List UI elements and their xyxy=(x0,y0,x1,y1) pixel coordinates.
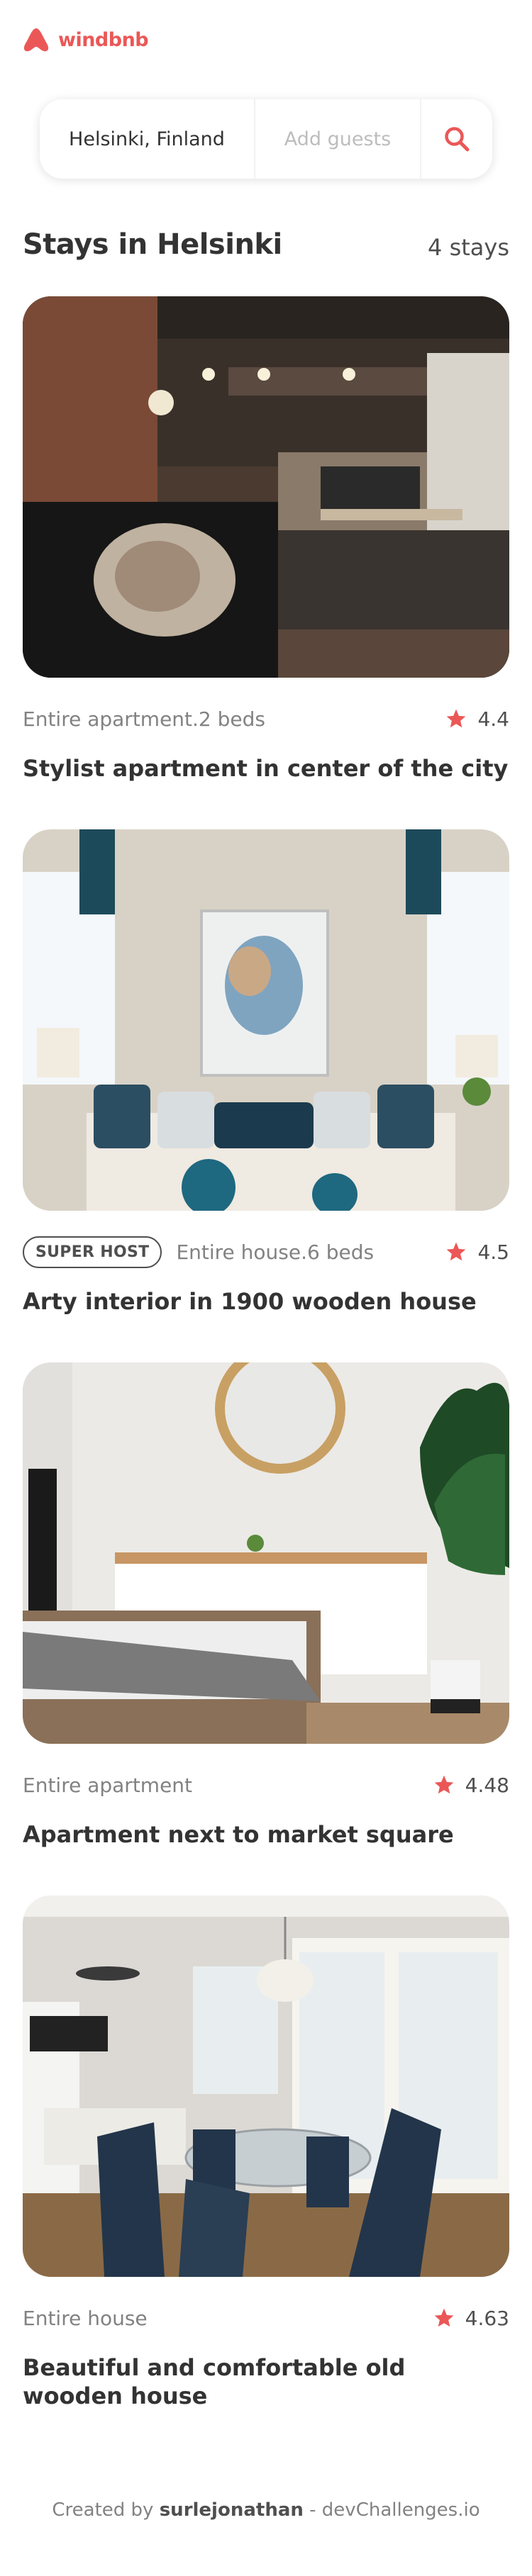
stay-photo[interactable] xyxy=(23,1362,509,1744)
search-button[interactable] xyxy=(421,99,492,179)
stay-photo[interactable] xyxy=(23,296,509,678)
windbnb-logo-icon xyxy=(23,28,49,52)
stay-card[interactable]: Entire apartment 4.48 Apartment next to … xyxy=(23,1362,509,1848)
rating: 4.4 xyxy=(445,707,509,731)
stay-title[interactable]: Arty interior in 1900 wooden house xyxy=(23,1287,509,1316)
stay-photo[interactable] xyxy=(23,1895,509,2277)
stay-card[interactable]: Entire house 4.63 Beautiful and comforta… xyxy=(23,1895,509,2409)
page-title: Stays in Helsinki xyxy=(23,228,282,261)
stay-type: Entire apartment xyxy=(23,1773,193,1797)
rating: 4.5 xyxy=(445,1241,509,1264)
logo-text: windbnb xyxy=(58,28,149,51)
stay-title[interactable]: Apartment next to market square xyxy=(23,1820,509,1849)
stay-meta: Entire house 4.63 xyxy=(23,2301,509,2335)
search-bar: Helsinki, Finland Add guests xyxy=(40,99,492,179)
search-icon xyxy=(445,127,470,152)
rating: 4.63 xyxy=(433,2307,509,2330)
star-icon xyxy=(447,709,466,728)
stay-card[interactable]: Entire apartment.2 beds 4.4 Stylist apar… xyxy=(23,296,509,782)
stay-type: Entire apartment.2 beds xyxy=(23,707,266,731)
star-icon xyxy=(434,1775,453,1794)
stays-count: 4 stays xyxy=(428,234,509,261)
location-field[interactable]: Helsinki, Finland xyxy=(40,99,255,179)
stay-meta: Entire apartment 4.48 xyxy=(23,1768,509,1802)
footer-prefix: Created by xyxy=(52,2499,154,2521)
stay-photo[interactable] xyxy=(23,829,509,1211)
stay-card[interactable]: SUPER HOST Entire house.6 beds 4.5 Arty … xyxy=(23,829,509,1315)
stay-type: Entire house xyxy=(23,2306,148,2330)
rating-value: 4.48 xyxy=(465,1773,509,1797)
rating-value: 4.5 xyxy=(477,1240,509,1264)
rating: 4.48 xyxy=(433,1774,509,1797)
rating-value: 4.4 xyxy=(477,707,509,731)
rating-value: 4.63 xyxy=(465,2306,509,2330)
guests-field[interactable]: Add guests xyxy=(255,99,421,179)
stay-type: Entire house.6 beds xyxy=(176,1240,375,1264)
star-icon xyxy=(447,1242,466,1261)
stay-meta: SUPER HOST Entire house.6 beds 4.5 xyxy=(23,1235,509,1269)
stay-title[interactable]: Beautiful and comfortable old wooden hou… xyxy=(23,2353,509,2410)
stay-title[interactable]: Stylist apartment in center of the city xyxy=(23,754,509,783)
footer-suffix: - devChallenges.io xyxy=(309,2499,480,2521)
star-icon xyxy=(434,2308,453,2327)
footer-author-link[interactable]: surlejonathan xyxy=(160,2499,304,2521)
superhost-badge: SUPER HOST xyxy=(23,1236,162,1268)
stay-meta: Entire apartment.2 beds 4.4 xyxy=(23,702,509,736)
logo[interactable]: windbnb xyxy=(23,26,149,54)
footer: Created by surlejonathan - devChallenges… xyxy=(0,2499,532,2521)
